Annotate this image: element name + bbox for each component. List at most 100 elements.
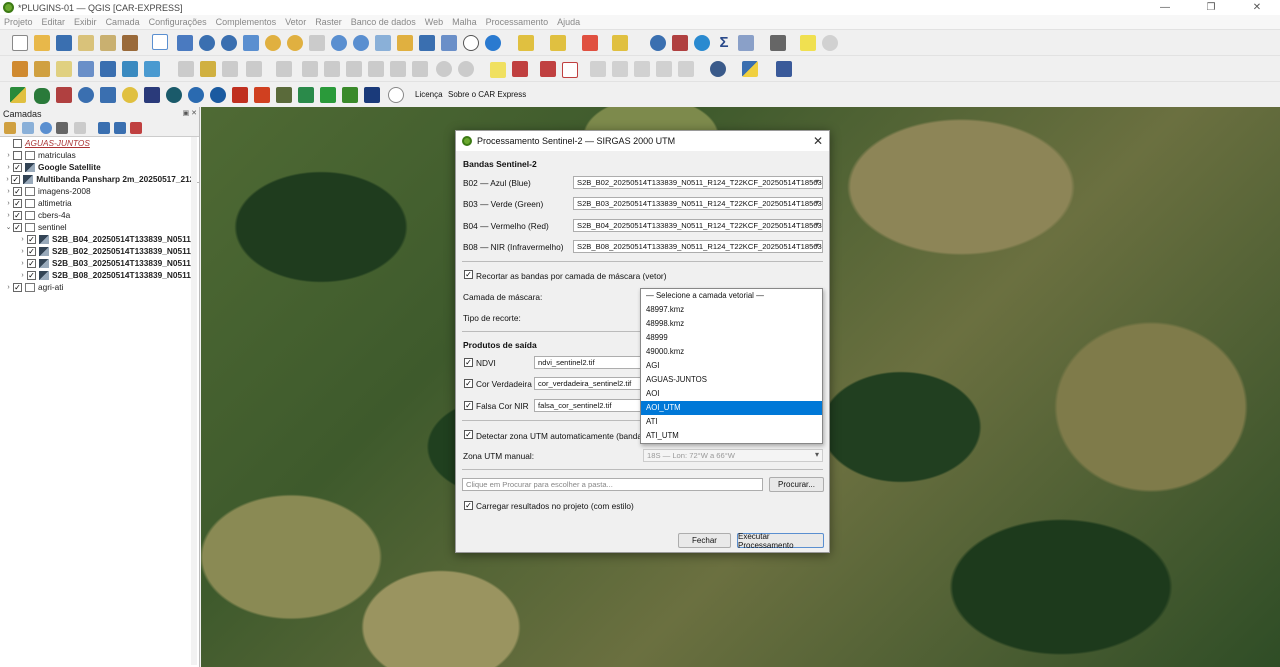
layer-visibility-checkbox[interactable]: ✓ — [13, 282, 22, 292]
ndvi-filename-input[interactable]: ndvi_sentinel2.tif — [534, 356, 644, 369]
attribute-table-icon[interactable] — [672, 35, 688, 51]
zoom-in-icon[interactable] — [199, 35, 215, 51]
undo-icon[interactable] — [436, 61, 452, 77]
expand-arrow-icon[interactable]: › — [4, 188, 13, 195]
band-b08-combo[interactable]: S2B_B08_20250514T133839_N0511_R124_T22KC… — [573, 240, 823, 253]
save-edits-icon[interactable] — [222, 61, 238, 77]
layer-row[interactable]: › ✓ S2B_B04_20250514T133839_N0511_ — [0, 233, 199, 245]
settings-gear-icon[interactable] — [78, 87, 94, 103]
expand-arrow-icon[interactable]: › — [18, 236, 27, 243]
load-results-checkbox[interactable]: ✓ — [464, 501, 473, 510]
menu-malha[interactable]: Malha — [452, 17, 477, 27]
select-features-icon[interactable] — [518, 35, 534, 51]
zoom-next-icon[interactable] — [353, 35, 369, 51]
show-bookmarks-icon[interactable] — [441, 35, 457, 51]
layer-row[interactable]: › ✓ altimetria — [0, 197, 199, 209]
new-geopackage-icon[interactable] — [34, 61, 50, 77]
layer-row[interactable]: › ✓ S2B_B02_20250514T133839_N0511_ — [0, 245, 199, 257]
circle-tool-icon[interactable] — [388, 87, 404, 103]
menu-raster[interactable]: Raster — [315, 17, 342, 27]
new-3d-view-icon[interactable] — [397, 35, 413, 51]
new-project-icon[interactable] — [12, 35, 28, 51]
menu-banco-de-dados[interactable]: Banco de dados — [351, 17, 416, 27]
manage-visibility-icon[interactable] — [40, 122, 52, 134]
measure-icon[interactable] — [770, 35, 786, 51]
cut-features-icon[interactable] — [368, 61, 384, 77]
layer-visibility-checkbox[interactable]: ✓ — [13, 162, 22, 172]
modify-attributes-icon[interactable] — [302, 61, 318, 77]
menu-complementos[interactable]: Complementos — [216, 17, 277, 27]
layer-row[interactable]: › ✓ Google Satellite — [0, 161, 199, 173]
copy-features-icon[interactable] — [390, 61, 406, 77]
false-color-filename-input[interactable]: falsa_cor_sentinel2.tif — [534, 399, 644, 412]
new-map-view-icon[interactable] — [375, 35, 391, 51]
earth-engine-icon[interactable] — [166, 87, 182, 103]
globe-plugin-icon[interactable] — [710, 61, 726, 77]
add-wfs-icon[interactable] — [144, 61, 160, 77]
ndvi-checkbox[interactable]: ✓ — [464, 358, 473, 367]
dataset-icon[interactable] — [144, 87, 160, 103]
mask-layer-option[interactable]: 48999 — [641, 331, 822, 345]
car-parcel-icon[interactable] — [342, 87, 358, 103]
layer-visibility-checkbox[interactable]: ✓ — [27, 270, 36, 280]
paste-features-icon[interactable] — [412, 61, 428, 77]
expand-arrow-icon[interactable]: › — [4, 200, 13, 207]
filter-expression-icon[interactable] — [74, 122, 86, 134]
temporal-controller-icon[interactable] — [463, 35, 479, 51]
true-color-checkbox[interactable]: ✓ — [464, 379, 473, 388]
open-project-icon[interactable] — [34, 35, 50, 51]
expand-arrow-icon[interactable]: › — [4, 176, 11, 183]
mask-layer-option[interactable]: 48997.kmz — [641, 303, 822, 317]
select-by-value-icon[interactable] — [550, 35, 566, 51]
bookmark-icon[interactable] — [419, 35, 435, 51]
save-project-icon[interactable] — [56, 35, 72, 51]
band-b02-combo[interactable]: S2B_B02_20250514T133839_N0511_R124_T22KC… — [573, 176, 823, 189]
layer-row[interactable]: › ✓ S2B_B03_20250514T133839_N0511_ — [0, 257, 199, 269]
satellite-image-icon[interactable] — [364, 87, 380, 103]
add-group-icon[interactable] — [22, 122, 34, 134]
zoom-layer-icon[interactable] — [287, 35, 303, 51]
navigation-icon[interactable] — [210, 87, 226, 103]
menu-projeto[interactable]: Projeto — [4, 17, 33, 27]
fire-hotspot-icon[interactable] — [232, 87, 248, 103]
layer-row[interactable]: › ✓ cbers-4a — [0, 209, 199, 221]
zoom-selection-icon[interactable] — [265, 35, 281, 51]
add-raster-icon[interactable] — [100, 61, 116, 77]
sun-icon[interactable] — [122, 87, 138, 103]
layer-visibility-checkbox[interactable]: ✓ — [27, 258, 36, 268]
landscape-icon[interactable] — [276, 87, 292, 103]
layer-row[interactable]: › ✓ Multibanda Pansharp 2m_20250517_212_ — [0, 173, 199, 185]
close-window-button[interactable]: ✕ — [1234, 0, 1280, 15]
layer-row[interactable]: › ✓ agri-ati — [0, 281, 199, 293]
car-express-logo-icon[interactable] — [10, 87, 26, 103]
processing-toolbox-icon[interactable] — [694, 35, 710, 51]
redo-icon[interactable] — [458, 61, 474, 77]
layers-scrollbar[interactable] — [191, 137, 197, 665]
close-dialog-button[interactable]: Fechar — [678, 533, 731, 548]
expand-arrow-icon[interactable]: › — [4, 164, 13, 171]
maximize-button[interactable]: ❐ — [1188, 0, 1234, 15]
delete-feature-icon[interactable] — [346, 61, 362, 77]
band-b03-combo[interactable]: S2B_B03_20250514T133839_N0511_R124_T22KC… — [573, 197, 823, 210]
delete-selected-icon[interactable] — [324, 61, 340, 77]
mask-layer-option[interactable]: AOI — [641, 387, 822, 401]
menu-camada[interactable]: Camada — [106, 17, 140, 27]
pan-to-selection-icon[interactable] — [177, 35, 193, 51]
layer-row[interactable]: ⌄ ✓ sentinel — [0, 221, 199, 233]
layer-visibility-checkbox[interactable]: ✓ — [27, 234, 36, 244]
leaf-icon[interactable] — [34, 88, 50, 104]
menu-processamento[interactable]: Processamento — [486, 17, 549, 27]
layer-visibility-checkbox[interactable] — [13, 138, 22, 148]
pin-diagram-icon[interactable] — [678, 61, 694, 77]
label-highlight-icon[interactable] — [562, 62, 578, 78]
true-color-filename-input[interactable]: cor_verdadeira_sentinel2.tif — [534, 377, 644, 390]
current-edits-icon[interactable] — [178, 61, 194, 77]
label-abc-icon[interactable] — [490, 62, 506, 78]
decorations-icon[interactable] — [822, 35, 838, 51]
zoom-out-icon[interactable] — [221, 35, 237, 51]
digitize-line-icon[interactable] — [246, 61, 262, 77]
rotate-label-icon[interactable] — [612, 61, 628, 77]
toggle-editing-pencil-icon[interactable] — [200, 61, 216, 77]
output-folder-input[interactable]: Clique em Procurar para escolher a pasta… — [462, 478, 763, 491]
style-manager-icon[interactable] — [122, 35, 138, 51]
